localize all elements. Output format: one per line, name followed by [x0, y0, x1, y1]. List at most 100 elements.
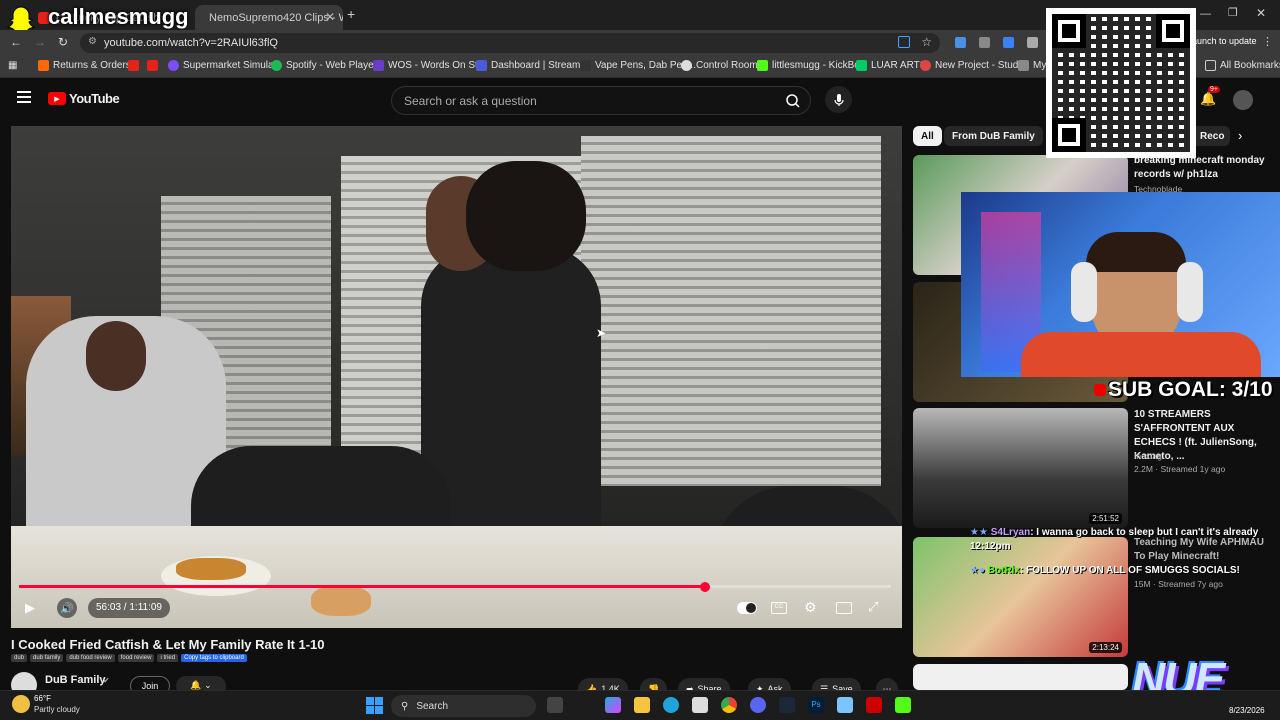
captions-icon[interactable]: CC — [771, 602, 787, 614]
bookmark-label: Dashboard | Stream... — [491, 60, 589, 71]
play-button[interactable]: ▶ — [25, 600, 35, 616]
photoshop-icon[interactable]: Ps — [808, 697, 824, 713]
channel-name[interactable]: DuB Family — [45, 674, 106, 686]
notepad-icon[interactable] — [837, 697, 853, 713]
steam-icon[interactable] — [779, 697, 795, 713]
autoplay-toggle[interactable] — [737, 602, 757, 614]
chip-all[interactable]: All — [913, 126, 942, 146]
bookmark-item[interactable]: Dashboard | Stream... — [476, 60, 589, 71]
youtube-logo[interactable]: ▶ YouTube — [48, 91, 120, 106]
site-info-icon[interactable]: ⚙ — [88, 36, 97, 47]
fullscreen-icon[interactable]: ⤢ — [868, 599, 878, 615]
bookmark-item[interactable]: Vape Pens, Dab Pen... — [580, 60, 696, 71]
folder-icon — [1205, 60, 1216, 71]
bookmark-item[interactable] — [147, 60, 158, 71]
chevron-right-icon[interactable]: › — [1238, 128, 1242, 143]
folder-icon — [1018, 60, 1029, 71]
video-duration: 2:13:24 — [1089, 642, 1122, 653]
notifications-button[interactable]: 🔔 9+ — [1200, 86, 1220, 108]
extension-icon[interactable] — [1003, 37, 1014, 48]
chrome-icon[interactable] — [721, 697, 737, 713]
webcam-overlay — [961, 192, 1280, 377]
reload-icon[interactable]: ↻ — [58, 35, 68, 49]
chip-recommended[interactable]: Reco — [1192, 126, 1230, 146]
chip-from-channel[interactable]: From DuB Family — [944, 126, 1043, 146]
weather-desc: Partly cloudy — [34, 705, 80, 714]
video-thumbnail[interactable] — [913, 664, 1128, 690]
relaunch-button[interactable]: launch to update — [1190, 36, 1257, 46]
tag[interactable]: dub family — [30, 654, 64, 662]
luar-icon — [856, 60, 867, 71]
tag[interactable]: dub — [11, 654, 28, 662]
bookmark-label: Supermarket Simula... — [183, 60, 282, 71]
bookmark-item[interactable]: New Project - Studio — [920, 60, 1026, 71]
theater-mode-icon[interactable] — [836, 602, 852, 614]
discord-icon[interactable] — [750, 697, 766, 713]
search-button[interactable] — [776, 87, 810, 114]
copy-tags-button[interactable]: Copy tags to clipboard — [181, 654, 247, 662]
video-player[interactable]: ➤ — [11, 126, 902, 628]
sidebar-video-title[interactable]: breaking minecraft monday records w/ ph1… — [1134, 154, 1274, 182]
all-bookmarks[interactable]: All Bookmarks — [1205, 60, 1280, 71]
progress-fill — [19, 585, 706, 588]
bookmark-item[interactable]: LUAR ARTS — [856, 60, 926, 71]
stream-channel-name: callmesmugg — [48, 4, 189, 29]
bookmark-item[interactable]: Supermarket Simula... — [168, 60, 282, 71]
apps-icon[interactable]: ▦ — [8, 60, 17, 71]
copilot-icon[interactable] — [605, 697, 621, 713]
sidebar-video-channel[interactable]: Inoxtag — [1134, 451, 1162, 461]
bookmark-item[interactable]: Control Room — [681, 60, 758, 71]
chair — [1021, 332, 1261, 377]
time-display: 56:03 / 1:11:09 — [88, 598, 170, 618]
settings-gear-icon[interactable]: ⚙ — [804, 599, 817, 616]
bookmark-item[interactable]: WOS - Words On St... — [373, 60, 486, 71]
bookmark-item[interactable]: My — [1018, 60, 1046, 71]
close-window-icon[interactable]: ✕ — [1256, 6, 1266, 20]
volume-icon[interactable]: 🔊 — [57, 598, 77, 618]
weather-icon[interactable] — [12, 695, 30, 713]
tag[interactable]: dub food review — [66, 654, 115, 662]
taskbar: 66°F Partly cloudy ⚲ Search Ps 8/23/2026 — [0, 690, 1280, 720]
video-thumbnail[interactable]: 2:13:24 — [913, 537, 1128, 657]
tag[interactable]: i tried — [157, 654, 179, 662]
tag[interactable]: food review — [117, 654, 155, 662]
taskbar-search[interactable]: ⚲ Search — [391, 695, 536, 717]
close-tab-icon[interactable]: ✕ — [325, 10, 335, 24]
chat-message: ★★ S4Lryan: I wanna go back to sleep but… — [970, 527, 1259, 552]
chat-text: FOLLOW UP ON ALL OF SMUGGS SOCIALS! — [1026, 565, 1240, 576]
voice-search-button[interactable] — [825, 86, 852, 113]
bookmark-star-icon[interactable]: ☆ — [921, 35, 932, 49]
maximize-icon[interactable]: ❐ — [1228, 6, 1238, 19]
extension-icon[interactable] — [1027, 37, 1038, 48]
studio-icon — [920, 60, 931, 71]
progress-track[interactable] — [19, 585, 891, 588]
forward-icon[interactable]: → — [34, 35, 46, 49]
url-field[interactable]: ⚙ youtube.com/watch?v=2RAIUl63flQ ☆ — [80, 33, 940, 53]
bookmark-item[interactable] — [128, 60, 139, 71]
search-input[interactable]: Search or ask a question — [391, 86, 811, 115]
minimize-icon[interactable]: — — [1200, 8, 1211, 20]
avatar[interactable] — [1233, 90, 1253, 110]
cast-icon[interactable] — [898, 36, 910, 48]
video-thumbnail[interactable]: 2:51:52 — [913, 408, 1128, 528]
menu-dots-icon[interactable]: ⋮ — [1262, 35, 1273, 48]
extension-icon[interactable] — [955, 37, 966, 48]
hamburger-menu-icon[interactable] — [17, 91, 31, 103]
bookmark-item[interactable]: littlesmugg - KickBot — [757, 60, 863, 71]
bookmark-item[interactable]: Spotify - Web Playe... — [271, 60, 382, 71]
task-view-icon[interactable] — [547, 697, 563, 713]
file-explorer-icon[interactable] — [634, 697, 650, 713]
tab-2[interactable]: NemoSupremo420 Clips - Watch ✕ — [195, 5, 343, 30]
app-icon[interactable] — [866, 697, 882, 713]
twitch-icon — [168, 60, 179, 71]
search-placeholder: Search or ask a question — [404, 93, 537, 108]
windows-start-icon[interactable] — [366, 697, 383, 714]
bookmark-item[interactable]: Returns & Orders — [38, 60, 131, 71]
back-icon[interactable]: ← — [10, 35, 22, 49]
youtube-icon — [128, 60, 139, 71]
app-icon[interactable] — [895, 697, 911, 713]
edge-icon[interactable] — [663, 697, 679, 713]
extension-icon[interactable] — [979, 37, 990, 48]
store-icon[interactable] — [692, 697, 708, 713]
new-tab-button[interactable]: + — [347, 6, 355, 22]
